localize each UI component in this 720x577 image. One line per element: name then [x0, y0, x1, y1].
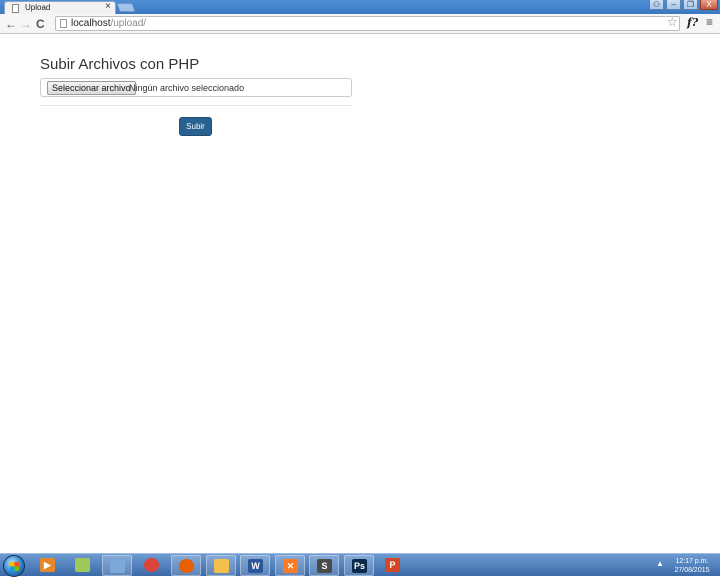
taskbar-app-sublime[interactable]: S — [309, 555, 339, 576]
taskbar-app-chrome[interactable] — [137, 555, 167, 576]
extension-icon[interactable]: f? — [687, 16, 698, 29]
start-button[interactable] — [3, 555, 25, 577]
taskbar-app-file-manager[interactable] — [102, 555, 132, 576]
tab-title: Upload — [25, 3, 51, 12]
new-tab-button[interactable] — [116, 3, 136, 12]
choose-file-button[interactable]: Seleccionar archivo — [47, 81, 136, 95]
taskbar-app-xampp[interactable]: ✕ — [275, 555, 305, 576]
taskbar-app-folder-sync[interactable] — [68, 555, 98, 576]
submit-button[interactable]: Subir — [179, 117, 212, 136]
clock-date: 27/08/2015 — [674, 567, 710, 574]
browser-menu-icon[interactable]: ≡ — [706, 15, 713, 29]
taskbar-app-powerpoint[interactable]: P — [378, 555, 408, 576]
minimize-button[interactable]: – — [666, 0, 681, 10]
form-divider — [40, 105, 352, 106]
xampp-icon: ✕ — [283, 559, 298, 573]
explorer-folder-icon — [214, 559, 229, 573]
url-path: /upload/ — [110, 18, 147, 29]
taskbar-app-media-player[interactable]: ▶ — [33, 555, 63, 576]
address-bar[interactable]: localhost/upload/ — [55, 16, 680, 31]
photoshop-icon: Ps — [352, 559, 367, 573]
file-status-text: Ningún archivo seleccionado — [129, 83, 245, 93]
taskbar-app-photoshop[interactable]: Ps — [344, 555, 374, 576]
media-player-icon: ▶ — [40, 558, 55, 572]
taskbar: ▶ W ✕ S Ps P ▲ 12:17 p.m. 27/08/2015 — [0, 553, 720, 577]
back-arrow-icon[interactable]: ← — [5, 16, 17, 32]
page-icon — [60, 19, 67, 28]
user-profile-button[interactable]: ⚇ — [649, 0, 664, 10]
maximize-button[interactable]: ❐ — [683, 0, 698, 10]
page-title: Subir Archivos con PHP — [40, 56, 200, 73]
powerpoint-icon: P — [385, 558, 400, 572]
forward-arrow-icon[interactable]: → — [20, 16, 32, 32]
page-icon — [12, 4, 19, 13]
reload-icon[interactable]: C — [36, 16, 45, 32]
browser-toolbar: ← → C localhost/upload/ — [0, 14, 720, 34]
address-url[interactable]: localhost/upload/ — [71, 18, 146, 29]
bookmark-star-icon[interactable]: ☆ — [667, 15, 678, 29]
clock-time: 12:17 p.m. — [675, 558, 709, 565]
tab-close-icon[interactable]: × — [105, 1, 111, 12]
word-icon: W — [248, 559, 263, 573]
system-clock[interactable]: 12:17 p.m. 27/08/2015 — [668, 557, 716, 575]
taskbar-app-explorer-folder[interactable] — [206, 555, 236, 576]
taskbar-app-word[interactable]: W — [240, 555, 270, 576]
tray-expand-icon[interactable]: ▲ — [656, 559, 664, 568]
taskbar-app-firefox[interactable] — [171, 555, 201, 576]
firefox-icon — [179, 559, 194, 573]
file-manager-icon — [110, 559, 125, 573]
sublime-icon: S — [317, 559, 332, 573]
folder-sync-icon — [75, 558, 90, 572]
url-host: localhost — [71, 18, 111, 29]
browser-titlebar: Upload × ⚇ – ❐ X — [0, 0, 720, 14]
tab-upload[interactable]: Upload × — [4, 1, 116, 14]
chrome-icon — [144, 558, 159, 572]
close-window-button[interactable]: X — [700, 0, 718, 10]
file-input[interactable]: Seleccionar archivo Ningún archivo selec… — [40, 78, 352, 97]
